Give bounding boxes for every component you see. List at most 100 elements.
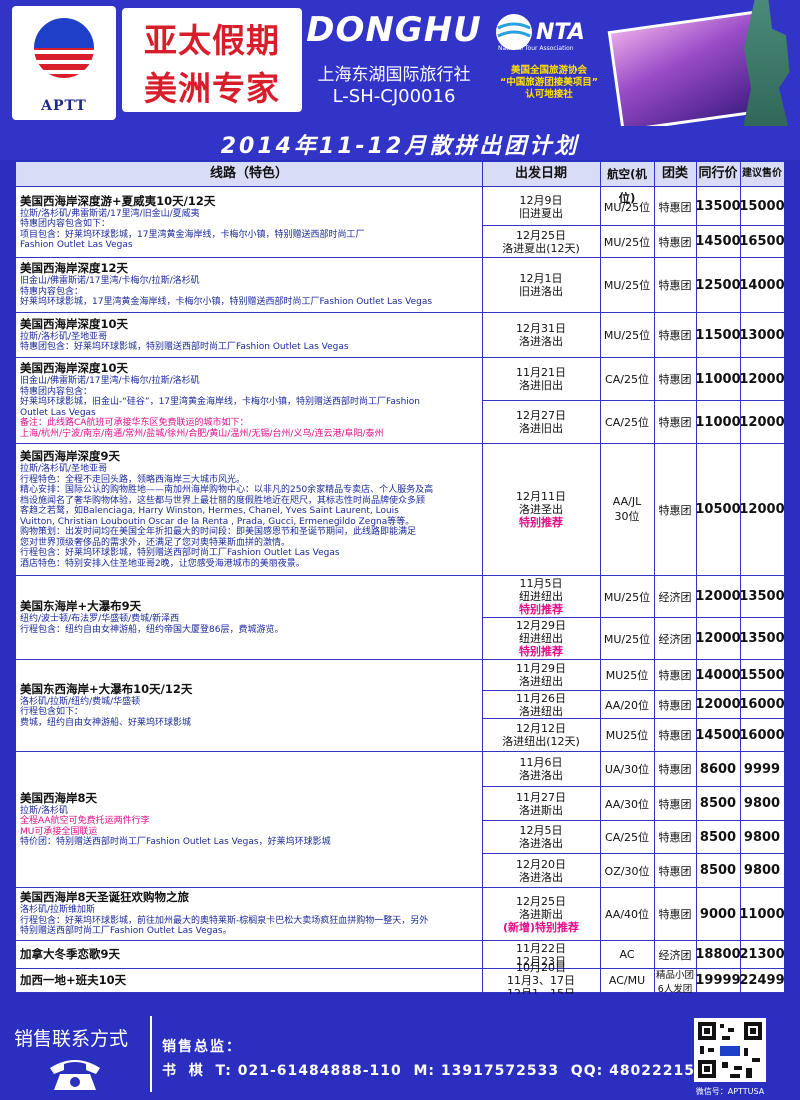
airline-seats: MU/25位 (600, 313, 654, 357)
departure-date: 12月11日 洛进圣出 特别推荐 (482, 444, 600, 575)
route-detail-line: 您对世界顶级奢侈品的需求外，还满足了您对奥特莱斯血拼的激情。 (20, 537, 291, 548)
departure-date: 12月29日 纽进纽出 特别推荐 (482, 618, 600, 659)
route-description: 美国东海岸+大瀑布9天 纽约/波士顿/布法罗/华盛顿/费城/新泽西 行程包含：纽约自… (20, 599, 478, 635)
route-note-line: 全程AA航空可免费托运两件行李 (20, 816, 150, 826)
route-detail-line: 行程包含：纽约自由女神游船，纽约帝国大厦登86层，费城游览。 (20, 624, 284, 635)
departure-date: 11月5日 纽进纽出 特别推荐 (482, 576, 600, 617)
airline-line: AA/40位 (604, 908, 650, 921)
airline-line: MU/25位 (603, 329, 651, 342)
airline-line: MU/25位 (603, 279, 651, 292)
departure-date: 12月20日 洛进洛出 (482, 854, 600, 887)
route-detail-line: 拉斯/洛杉矶/圣地亚哥 (20, 331, 108, 342)
route-note-line: 备注：此线路CA航班可承接华东区免费联运的城市如下： (20, 418, 249, 428)
route-detail-line: 行程特色：全程不走回头路，领略西海岸三大城市风光。 (20, 474, 246, 485)
tour-type-line: 经济团 (658, 948, 692, 962)
retail-price: 22499 (739, 973, 785, 988)
peer-price: 8600 (699, 761, 737, 777)
recommend-badge: 特别推荐 (519, 645, 563, 658)
nta-logo-icon: NTA National Tour Association (496, 14, 585, 52)
departure-date: 11月21日 洛进旧出 (482, 358, 600, 400)
airline-seats: AA/20位 (600, 691, 654, 718)
tour-type-line: 特惠团 (658, 416, 692, 429)
peer-price: 8500 (699, 863, 737, 878)
airline-seats: OZ/30位 (600, 854, 654, 887)
tour-type-line: 特惠团 (658, 279, 692, 292)
airline-line: OZ/30位 (604, 864, 650, 878)
tour-type: 特惠团 (654, 888, 696, 940)
route-title: 美国西海岸深度10天 (20, 361, 129, 375)
route-detail-line: 行程包含如下： (20, 707, 84, 718)
peer-price: 11000 (695, 414, 741, 430)
route-description: 美国西海岸8天圣诞狂欢购物之旅 洛杉矶/拉斯维加斯 行程包含：好莱坞环球影城，前往加… (20, 890, 478, 937)
tour-type: 经济团 (654, 941, 696, 968)
peer-price: 12000 (695, 631, 741, 646)
tour-type-line: 特惠团 (658, 763, 692, 776)
departure-date: 12月9日 旧进夏出 (482, 188, 600, 225)
peer-price: 11500 (695, 327, 741, 343)
route-description: 加拿大冬季恋歌9天 (20, 947, 478, 962)
departure-date: 11月6日 洛进洛出 (482, 752, 600, 786)
airline-seats: MU/25位 (600, 618, 654, 659)
route-detail-line: 特价团：特别赠送西部时尚工厂Fashion Outlet Las Vegas，好… (20, 837, 331, 847)
departure-route-line: 旧进夏出 (519, 206, 563, 220)
peer-price: 9000 (699, 906, 737, 922)
peer-price: 8500 (699, 796, 737, 811)
col-type: 团类 (661, 166, 688, 181)
airline-seats: CA/25位 (600, 821, 654, 853)
tour-type: 特惠团 (654, 258, 696, 312)
tour-type-line: 特惠团 (658, 329, 692, 342)
tour-type: 特惠团 (654, 444, 696, 575)
tour-type-line: 6人发团 (657, 983, 693, 995)
tour-type: 特惠团 (654, 787, 696, 820)
peer-price: 11000 (695, 371, 741, 387)
departure-date-line: 12月5日 (519, 824, 563, 837)
airline-line: UA/30位 (604, 763, 650, 776)
peer-price: 12500 (695, 277, 741, 293)
page-title: 2014年11-12月散拼出团计划 (220, 134, 580, 159)
departure-date: 11月26日 洛进纽出 (482, 691, 600, 718)
slogan-line2: 美洲专家 (144, 69, 280, 108)
route-detail-line: 洛杉矶/拉斯维加斯 (20, 905, 96, 916)
route-description: 美国西海岸深度9天 拉斯/洛杉矶/圣地亚哥 行程特色：全程不走回头路，领略西海岸三大… (20, 449, 478, 569)
route-detail-line: 拉斯/洛杉矶/弗雷斯诺/17里湾/旧金山/夏威夷 (20, 208, 200, 219)
route-detail-line: Fashion Outlet Las Vegas (20, 240, 133, 250)
airline-seats: CA/25位 (600, 401, 654, 443)
route-detail-line: 好莱坞环球影城，旧金山-“硅谷”，17里湾黄金海岸线，卡梅尔小镇，特别赠送西部时… (20, 397, 420, 407)
tour-type: 特惠团 (654, 752, 696, 786)
departure-date: 12月31日 洛进洛出 (482, 313, 600, 357)
departure-date: 12月25日 洛进夏出(12天) (482, 226, 600, 257)
departure-date-line: 11月26日 (516, 691, 566, 705)
tour-type: 经济团 (654, 618, 696, 659)
airline-line: MU/25位 (603, 590, 651, 604)
departure-route-line: 洛进旧出 (519, 379, 563, 392)
tour-type: 经济团 (654, 576, 696, 617)
nta-logo-block: NTA National Tour Association 美国全国旅游协会 “… (486, 10, 612, 114)
departure-route-line: 11月3、17日 (507, 974, 575, 987)
airline-seats: UA/30位 (600, 752, 654, 786)
departure-route-line: 洛进洛出 (519, 769, 563, 782)
tour-type: 特惠团 (654, 821, 696, 853)
tour-type-line: 经济团 (658, 590, 692, 604)
route-title: 美国西海岸8天 (20, 790, 98, 805)
peer-price: 12000 (695, 697, 741, 712)
peer-price: 19999 (695, 973, 741, 988)
sales-contact-details: 书 棋 T: 021-61484888-110 M: 13917572533 Q… (162, 1063, 706, 1079)
airline-seats: CA/25位 (600, 358, 654, 400)
tour-type-line: 特惠团 (658, 669, 692, 682)
departure-route-line: 洛进夏出(12天) (502, 241, 580, 255)
col-date: 出发日期 (514, 166, 567, 181)
airline-seats: MU25位 (600, 719, 654, 751)
route-detail-line: 酒店特色：特别安排入住圣地亚哥2晚，让您感受海港城市的美丽夜景。 (20, 558, 305, 569)
departure-date: 12月25日 洛进斯出 (新增)特别推荐 (482, 888, 600, 940)
airline-line: AC/MU (608, 974, 646, 987)
peer-price: 14500 (695, 234, 741, 249)
route-title: 美国东西海岸+大瀑布10天/12天 (20, 681, 193, 696)
departure-route-line: 洛进洛出 (519, 335, 563, 348)
retail-price: 9800 (743, 829, 781, 845)
departure-date: 12月5日 洛进洛出 (482, 821, 600, 853)
departure-date-line: 12月9日 (519, 193, 563, 207)
departure-route-line: 洛进斯出 (519, 803, 563, 817)
donghu-logo: DONGHU (306, 10, 482, 50)
col-airline: 航空(机位) (607, 167, 647, 205)
departure-route-line: 洛进圣出 (519, 503, 563, 516)
